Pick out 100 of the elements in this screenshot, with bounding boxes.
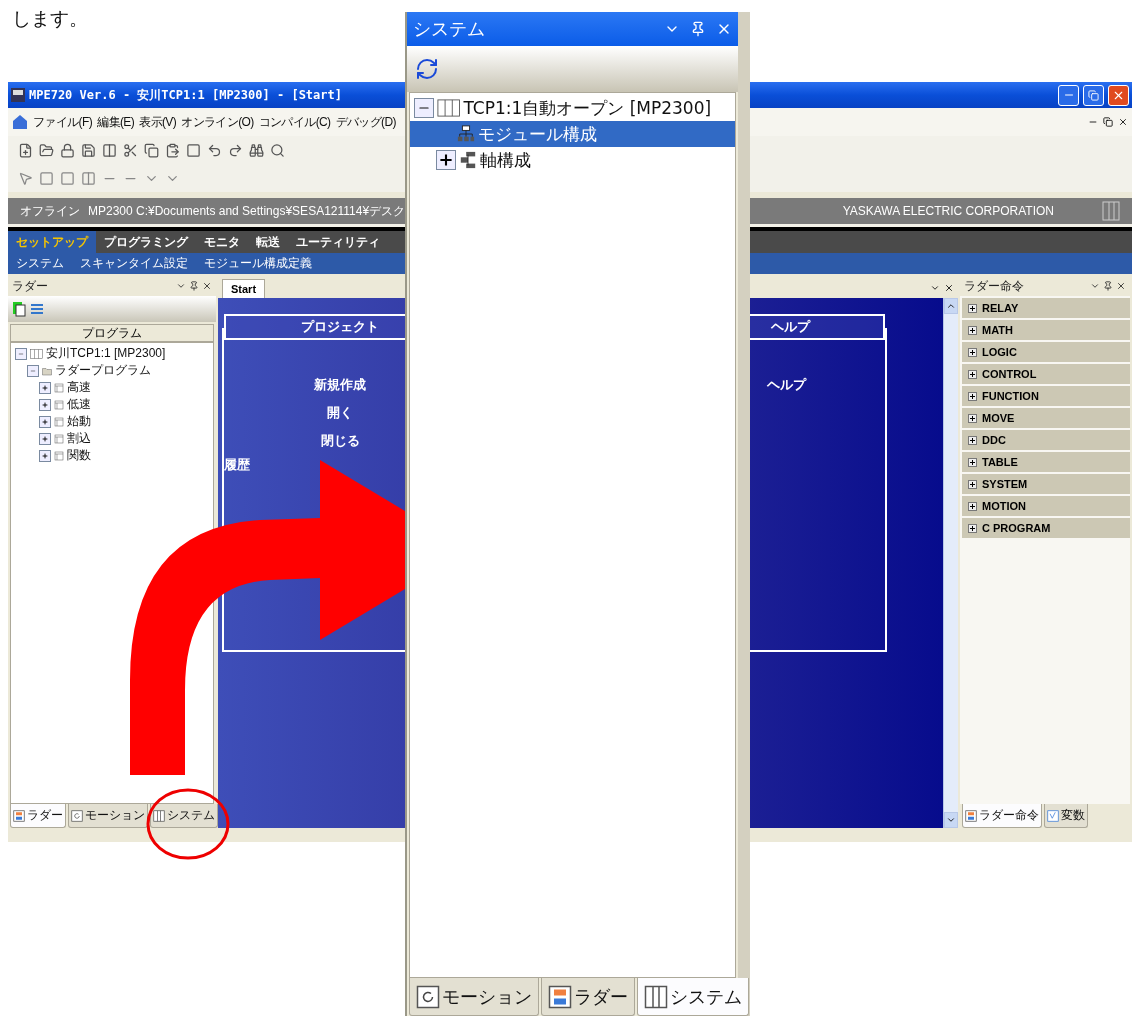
tree-item[interactable]: 低速	[11, 396, 213, 413]
save-icon[interactable]	[81, 142, 96, 158]
binoculars-icon[interactable]	[249, 142, 264, 158]
expand-icon[interactable]	[968, 391, 977, 401]
expand-icon[interactable]	[968, 501, 977, 511]
columns-icon[interactable]	[81, 170, 96, 186]
command-group[interactable]: RELAY	[962, 298, 1130, 318]
command-group[interactable]: FUNCTION	[962, 386, 1130, 406]
pin-icon[interactable]	[690, 21, 706, 37]
open-folder-icon[interactable]	[39, 142, 54, 158]
command-group[interactable]: SYSTEM	[962, 474, 1130, 494]
panel-tab[interactable]: モーション	[409, 978, 539, 1016]
expand-icon[interactable]	[39, 415, 51, 428]
command-group[interactable]: C PROGRAM	[962, 518, 1130, 538]
device-icon[interactable]	[12, 301, 26, 317]
menu-item[interactable]: オンライン(O)	[181, 113, 254, 131]
command-group[interactable]: CONTROL	[962, 364, 1130, 384]
command-group[interactable]: LOGIC	[962, 342, 1130, 362]
start-link[interactable]: 開く	[327, 404, 353, 422]
command-group[interactable]: TABLE	[962, 452, 1130, 472]
new-file-icon[interactable]	[18, 142, 33, 158]
command-group[interactable]: MOTION	[962, 496, 1130, 516]
panel-tab[interactable]: システム	[637, 978, 749, 1016]
pin-icon[interactable]	[1103, 281, 1113, 291]
tree-item[interactable]: 割込	[11, 430, 213, 447]
menu-item[interactable]: コンパイル(C)	[258, 113, 331, 131]
search-icon[interactable]	[270, 142, 285, 158]
panel-tab[interactable]: ラダー	[10, 804, 66, 828]
expand-icon[interactable]	[968, 435, 977, 445]
restore-button[interactable]	[1083, 84, 1104, 106]
expand-icon[interactable]	[436, 150, 456, 170]
tree-item[interactable]: TCP1:1自動オープン [MP2300]	[410, 95, 735, 121]
tree-item[interactable]: 高速	[11, 379, 213, 396]
expand-icon[interactable]	[968, 369, 977, 379]
redo-icon[interactable]	[228, 142, 243, 158]
document-tab[interactable]: Start	[222, 279, 266, 298]
pin-icon[interactable]	[189, 281, 199, 291]
panel-tab[interactable]: ラダー命令	[962, 804, 1042, 828]
expand-icon[interactable]	[968, 479, 977, 489]
close-icon[interactable]	[1118, 117, 1128, 127]
expand-icon[interactable]	[968, 457, 977, 467]
command-link[interactable]: システム	[16, 255, 64, 272]
collapse-icon[interactable]	[414, 98, 434, 118]
command-group[interactable]: MATH	[962, 320, 1130, 340]
restore-icon[interactable]	[1103, 117, 1113, 127]
expand-icon[interactable]	[968, 303, 977, 313]
expand-icon[interactable]	[39, 381, 51, 394]
start-link[interactable]: 閉じる	[320, 432, 360, 450]
close-icon[interactable]	[944, 283, 954, 293]
copy-icon[interactable]	[144, 142, 159, 158]
close-icon[interactable]	[202, 281, 212, 291]
expand-icon[interactable]	[968, 347, 977, 357]
command-group[interactable]: MOVE	[962, 408, 1130, 428]
undo-icon[interactable]	[207, 142, 222, 158]
dropdown-icon[interactable]	[930, 283, 940, 293]
panel-tab[interactable]: ラダー	[541, 978, 635, 1016]
expand-icon[interactable]	[968, 413, 977, 423]
expand-icon[interactable]	[968, 523, 977, 533]
scroll-up-button[interactable]	[944, 298, 958, 314]
expand-icon[interactable]	[39, 398, 51, 411]
square-icon[interactable]	[186, 142, 201, 158]
ribbon-tab[interactable]: セットアップ	[8, 231, 96, 253]
tree-item[interactable]: 始動	[11, 413, 213, 430]
close-button[interactable]	[1108, 84, 1129, 106]
expand-icon[interactable]	[39, 449, 51, 462]
dropdown-icon[interactable]	[1090, 281, 1100, 291]
start-link[interactable]: ヘルプ	[767, 376, 806, 394]
menu-item[interactable]: デバッグ(D)	[335, 113, 396, 131]
tree-item[interactable]: モジュール構成	[410, 121, 735, 147]
paste-icon[interactable]	[165, 142, 180, 158]
expand-icon[interactable]	[39, 432, 51, 445]
close-icon[interactable]	[1116, 281, 1126, 291]
command-link[interactable]: スキャンタイム設定	[80, 255, 188, 272]
pointer-icon[interactable]	[18, 170, 33, 186]
ribbon-tab[interactable]: ユーティリティ	[288, 231, 388, 253]
ribbon-tab[interactable]: モニタ	[196, 231, 248, 253]
command-link[interactable]: モジュール構成定義	[204, 255, 312, 272]
minimize-button[interactable]	[1058, 84, 1079, 106]
expand-icon[interactable]	[968, 325, 977, 335]
menu-item[interactable]: 表示(V)	[139, 113, 177, 131]
command-group[interactable]: DDC	[962, 430, 1130, 450]
collapse-icon[interactable]	[27, 364, 39, 377]
tree-item[interactable]: ラダープログラム	[11, 362, 213, 379]
tree-item[interactable]: 軸構成	[410, 147, 735, 173]
ribbon-tab[interactable]: 転送	[248, 231, 288, 253]
dropdown-icon[interactable]	[176, 281, 186, 291]
panel-tab[interactable]: モーション	[68, 804, 148, 828]
panel-tab[interactable]: システム	[150, 804, 218, 828]
scrollbar[interactable]	[943, 298, 958, 828]
tree-item[interactable]: 関数	[11, 447, 213, 464]
ribbon-tab[interactable]: プログラミング	[96, 231, 196, 253]
cut-icon[interactable]	[123, 142, 138, 158]
panel-icon[interactable]	[102, 142, 117, 158]
menu-item[interactable]: 編集(E)	[97, 113, 135, 131]
panel-tab[interactable]: 変数	[1044, 804, 1088, 828]
start-link[interactable]: 新規作成	[314, 376, 366, 394]
lock-icon[interactable]	[60, 142, 75, 158]
collapse-icon[interactable]	[15, 347, 27, 360]
refresh-icon[interactable]	[415, 57, 439, 81]
menu-item[interactable]: ファイル(F)	[33, 113, 93, 131]
